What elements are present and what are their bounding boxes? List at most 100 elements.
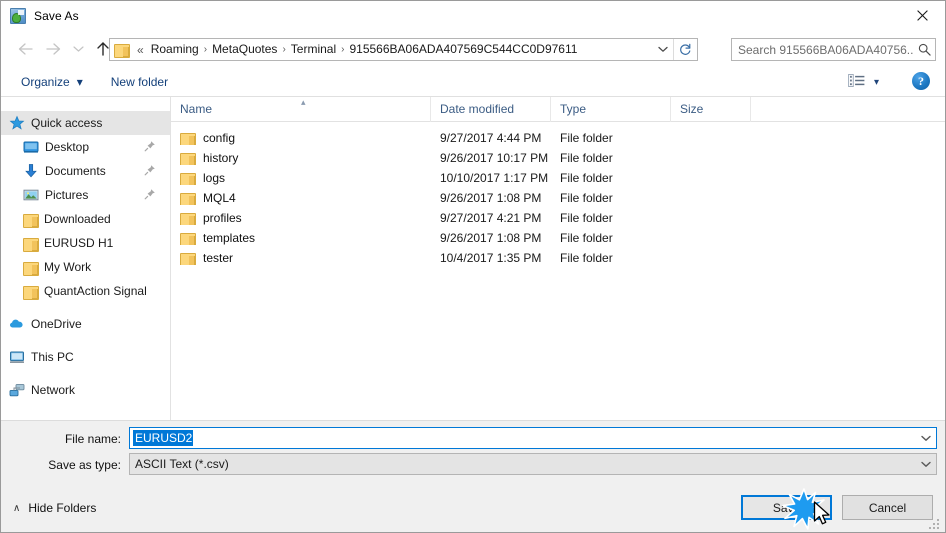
file-name: MQL4 — [203, 191, 236, 205]
file-name-cell: config — [171, 131, 431, 145]
file-name: history — [203, 151, 239, 165]
table-row[interactable]: templates 9/26/2017 1:08 PM File folder — [171, 228, 945, 248]
sidebar-item-documents[interactable]: Documents — [1, 159, 170, 183]
sidebar-item-quantaction-signal[interactable]: QuantAction Signal — [1, 279, 170, 303]
address-bar[interactable]: « Roaming › MetaQuotes › Terminal › 9155… — [109, 38, 698, 61]
file-name-label: File name: — [64, 432, 121, 446]
pin-icon[interactable] — [144, 164, 156, 176]
file-date-cell: 9/26/2017 10:17 PM — [440, 151, 549, 165]
sidebar-item-downloaded[interactable]: Downloaded — [1, 207, 170, 231]
chevron-down-icon: ▾ — [76, 74, 83, 89]
sidebar-label: OneDrive — [31, 317, 82, 331]
documents-icon — [23, 163, 39, 179]
file-name: config — [203, 131, 236, 145]
forward-arrow-icon[interactable] — [39, 35, 67, 63]
file-name-cell: templates — [171, 231, 431, 245]
save-as-type-value: ASCII Text (*.csv) — [135, 457, 229, 471]
help-button[interactable]: ? — [912, 72, 930, 90]
table-row[interactable]: history 9/26/2017 10:17 PM File folder — [171, 148, 945, 168]
new-folder-button[interactable]: New folder — [103, 70, 176, 94]
breadcrumb-terminal[interactable]: Terminal — [287, 39, 340, 60]
view-mode-button[interactable]: ▾ — [844, 70, 883, 94]
file-type-cell: File folder — [560, 171, 613, 185]
title-bar: Save As — [1, 1, 945, 31]
table-row[interactable]: config 9/27/2017 4:44 PM File folder — [171, 128, 945, 148]
save-as-type-select[interactable]: ASCII Text (*.csv) — [129, 453, 937, 475]
search-input[interactable]: Search 915566BA06ADA40756... — [732, 43, 913, 57]
table-row[interactable]: tester 10/4/2017 1:35 PM File folder — [171, 248, 945, 268]
refresh-icon[interactable] — [673, 39, 696, 60]
dialog-body: Quick access Desktop Documents Pictures … — [1, 97, 945, 420]
pictures-icon — [23, 187, 39, 203]
table-row[interactable]: profiles 9/27/2017 4:21 PM File folder — [171, 208, 945, 228]
column-label: Name — [180, 101, 213, 116]
cloud-icon — [9, 316, 25, 332]
sidebar-item-pictures[interactable]: Pictures — [1, 183, 170, 207]
sidebar-item-quick-access[interactable]: Quick access — [1, 111, 170, 135]
file-name-value[interactable]: EURUSD2 — [133, 430, 194, 446]
computer-icon — [9, 349, 25, 365]
cancel-label: Cancel — [868, 500, 907, 515]
sidebar-item-this-pc[interactable]: This PC — [1, 345, 170, 369]
search-box[interactable]: Search 915566BA06ADA40756... — [731, 38, 936, 61]
column-header-size[interactable]: Size — [671, 97, 751, 122]
chevron-down-icon[interactable] — [916, 428, 936, 448]
search-icon[interactable] — [913, 43, 935, 56]
file-rows: config 9/27/2017 4:44 PM File folder his… — [171, 122, 945, 268]
address-dropdown-chevron-icon[interactable] — [653, 39, 673, 60]
sidebar-label: This PC — [31, 350, 74, 364]
pin-icon[interactable] — [144, 188, 156, 200]
close-icon[interactable] — [899, 1, 945, 30]
folder-icon — [180, 152, 196, 165]
sidebar-item-desktop[interactable]: Desktop — [1, 135, 170, 159]
sort-ascending-icon: ▴ — [301, 97, 306, 107]
file-date-cell: 9/27/2017 4:44 PM — [440, 131, 542, 145]
breadcrumb-overflow[interactable]: « — [134, 43, 147, 57]
file-name-cell: logs — [171, 171, 431, 185]
column-header-name[interactable]: Name ▴ — [171, 97, 431, 122]
window-title: Save As — [34, 9, 79, 23]
network-icon — [9, 382, 25, 398]
table-row[interactable]: MQL4 9/26/2017 1:08 PM File folder — [171, 188, 945, 208]
sidebar-label: Desktop — [45, 140, 90, 154]
star-icon — [9, 115, 25, 131]
file-name-input[interactable]: EURUSD2 — [129, 427, 937, 449]
sidebar-item-eurusd-h1[interactable]: EURUSD H1 — [1, 231, 170, 255]
back-arrow-icon[interactable] — [11, 35, 39, 63]
sidebar-label: Quick access — [31, 116, 103, 130]
sidebar-item-onedrive[interactable]: OneDrive — [1, 312, 170, 336]
desktop-icon — [23, 139, 39, 155]
column-header-type[interactable]: Type — [551, 97, 671, 122]
pin-icon[interactable] — [144, 140, 156, 152]
breadcrumb-current-folder[interactable]: 915566BA06ADA407569C544CC0D97611 — [345, 39, 581, 60]
file-type-cell: File folder — [560, 231, 613, 245]
folder-icon — [180, 192, 196, 205]
folder-icon — [23, 213, 39, 228]
resize-grip[interactable] — [929, 516, 942, 529]
save-button[interactable]: Save — [741, 495, 832, 520]
recent-locations-chevron-icon[interactable] — [67, 35, 89, 63]
folder-icon — [23, 261, 39, 276]
sidebar-label: My Work — [44, 260, 92, 274]
file-name: templates — [203, 231, 256, 245]
file-date-cell: 9/26/2017 1:08 PM — [440, 191, 542, 205]
file-date-cell: 9/26/2017 1:08 PM — [440, 231, 542, 245]
chevron-down-icon[interactable] — [916, 454, 936, 474]
sidebar-label: Downloaded — [44, 212, 111, 226]
sidebar-item-network[interactable]: Network — [1, 378, 170, 402]
file-type-cell: File folder — [560, 151, 613, 165]
column-header-date-modified[interactable]: Date modified — [431, 97, 551, 122]
table-row[interactable]: logs 10/10/2017 1:17 PM File folder — [171, 168, 945, 188]
save-as-dialog: Save As « Roaming › MetaQuotes › Termina… — [0, 0, 946, 533]
folder-icon — [114, 43, 130, 58]
sidebar-label: Pictures — [45, 188, 89, 202]
breadcrumb-roaming[interactable]: Roaming — [147, 39, 203, 60]
help-label: ? — [918, 73, 924, 88]
cancel-button[interactable]: Cancel — [842, 495, 933, 520]
folder-icon — [23, 237, 39, 252]
hide-folders-button[interactable]: ∧ Hide Folders — [13, 501, 96, 515]
file-date-cell: 10/4/2017 1:35 PM — [440, 251, 542, 265]
breadcrumb-metaquotes[interactable]: MetaQuotes — [208, 39, 281, 60]
organize-button[interactable]: Organize ▾ — [13, 70, 91, 94]
sidebar-item-my-work[interactable]: My Work — [1, 255, 170, 279]
